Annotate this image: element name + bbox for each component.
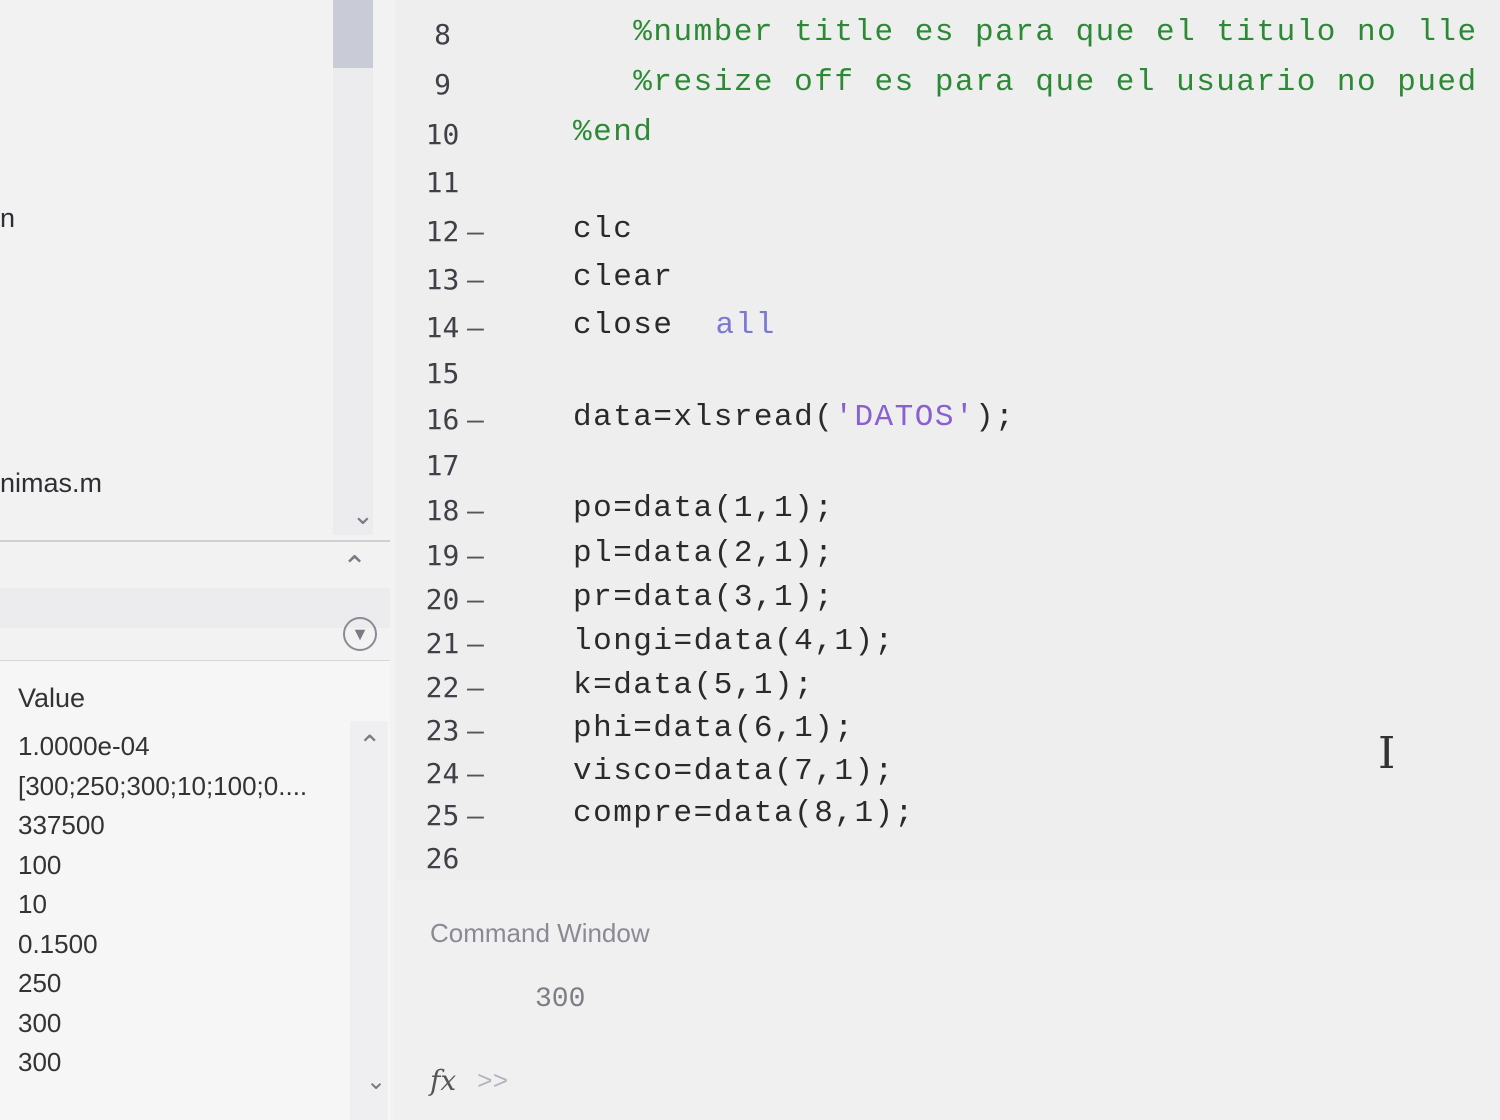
breakpoint-marker[interactable]: — — [467, 627, 484, 660]
breakpoint-marker[interactable]: — — [467, 215, 484, 248]
panel-divider — [0, 540, 390, 542]
code-text: close — [573, 308, 674, 343]
code-line[interactable]: visco=data(7,1); — [573, 754, 895, 789]
code-line[interactable]: pl=data(2,1); — [573, 536, 834, 571]
command-output: 300 — [535, 984, 586, 1015]
breakpoint-marker[interactable]: — — [467, 494, 484, 527]
code-line[interactable]: data=xlsread('DATOS'); — [573, 400, 1015, 435]
code-line[interactable]: longi=data(4,1); — [573, 624, 895, 659]
code-text: ); — [975, 400, 1016, 435]
file-item[interactable]: n — [0, 203, 15, 234]
line-number: 10 — [425, 118, 460, 151]
breakpoint-marker[interactable]: — — [467, 714, 484, 747]
code-text: %number title es para que el titulo no l… — [573, 15, 1478, 50]
chevron-down-icon[interactable]: ⌄ — [366, 1067, 386, 1096]
breakpoint-marker[interactable]: — — [467, 539, 484, 572]
breakpoint-marker[interactable]: — — [467, 403, 484, 436]
command-prompt[interactable]: >> — [477, 1067, 508, 1097]
code-text: clc — [573, 212, 634, 247]
workspace-value[interactable]: 250 — [18, 968, 348, 1008]
code-line[interactable]: po=data(1,1); — [573, 491, 834, 526]
line-number: 15 — [425, 357, 460, 390]
file-browser-scrollbar[interactable] — [333, 0, 373, 535]
breakpoint-marker[interactable]: — — [467, 311, 484, 344]
code-text: %resize off es para que el usuario no pu… — [573, 65, 1478, 100]
command-window-title: Command Window — [430, 918, 650, 948]
breakpoint-marker[interactable]: — — [467, 583, 484, 616]
actions-menu-icon[interactable]: ▼ — [343, 617, 377, 651]
code-text: pl=data(2,1); — [573, 536, 835, 571]
code-line[interactable]: close all — [573, 308, 776, 343]
code-line[interactable]: %end — [573, 115, 653, 150]
code-line[interactable]: clear — [573, 260, 674, 295]
code-line[interactable]: k=data(5,1); — [573, 668, 814, 703]
workspace-value[interactable]: 0.1500 — [18, 929, 348, 969]
breakpoint-marker[interactable]: — — [467, 263, 484, 296]
function-browser-icon[interactable]: fx — [430, 1064, 456, 1097]
value-column-header[interactable]: Value — [18, 683, 85, 714]
workspace-value[interactable]: 100 — [18, 850, 348, 890]
keyword-all: all — [715, 308, 776, 343]
workspace-value[interactable]: 337500 — [18, 810, 348, 850]
code-text: k=data(5,1); — [573, 668, 815, 703]
code-line[interactable]: phi=data(6,1); — [573, 711, 854, 746]
scrollbar-thumb[interactable] — [333, 0, 373, 68]
code-line[interactable]: %resize off es para que el usuario no pu… — [573, 65, 1478, 100]
breakpoint-marker[interactable]: — — [467, 757, 484, 790]
workspace-header-bar — [0, 588, 390, 628]
workspace-value[interactable]: [300;250;300;10;100;0.... — [18, 771, 348, 811]
line-number: 11 — [425, 166, 460, 199]
text-cursor-icon: I — [1378, 728, 1396, 779]
code-text: clear — [573, 260, 674, 295]
line-number: 26 — [425, 842, 460, 875]
code-text: longi=data(4,1); — [573, 624, 895, 659]
chevron-up-icon[interactable]: ⌃ — [358, 729, 381, 762]
chevron-up-icon[interactable]: ⌃ — [342, 550, 367, 585]
code-text: %end — [573, 115, 654, 150]
code-text: phi=data(6,1); — [573, 711, 855, 746]
code-text: data=xlsread( — [573, 400, 835, 435]
workspace-value[interactable]: 1.0000e-04 — [18, 731, 348, 771]
code-line[interactable]: pr=data(3,1); — [573, 580, 834, 615]
code-editor[interactable]: 8 9 10 11 12—13—14—15 16—17 18—19—20—21—22—23—… — [395, 0, 1500, 880]
line-number: 9 — [434, 68, 451, 101]
code-text: po=data(1,1); — [573, 491, 835, 526]
command-window[interactable]: Command Window 300 fx >> — [395, 880, 1500, 1120]
code-text: compre=data(8,1); — [573, 796, 915, 831]
code-line[interactable]: clc — [573, 212, 633, 247]
chevron-down-icon[interactable]: ⌄ — [352, 500, 374, 531]
code-line[interactable]: compre=data(8,1); — [573, 796, 915, 831]
workspace-values-list: 1.0000e-04 [300;250;300;10;100;0.... 33750… — [18, 731, 348, 1087]
line-number: 8 — [434, 18, 451, 51]
code-text: visco=data(7,1); — [573, 754, 895, 789]
code-line[interactable]: %number title es para que el titulo no l… — [573, 15, 1478, 50]
workspace-panel: Value 1.0000e-04 [300;250;300;10;100;0...… — [0, 660, 390, 1120]
line-number: 17 — [425, 449, 460, 482]
file-item[interactable]: nimas.m — [0, 468, 102, 499]
code-text: pr=data(3,1); — [573, 580, 835, 615]
workspace-scrollbar[interactable] — [350, 721, 388, 1120]
string-literal: 'DATOS' — [834, 400, 976, 435]
workspace-value[interactable]: 300 — [18, 1047, 348, 1087]
workspace-value[interactable]: 300 — [18, 1008, 348, 1048]
workspace-value[interactable]: 10 — [18, 889, 348, 929]
breakpoint-marker[interactable]: — — [467, 799, 484, 832]
breakpoint-marker[interactable]: — — [467, 671, 484, 704]
left-pane: n nimas.m ⌄ ⌃ ▼ Value 1.0000e-04 [300;250… — [0, 0, 396, 1120]
